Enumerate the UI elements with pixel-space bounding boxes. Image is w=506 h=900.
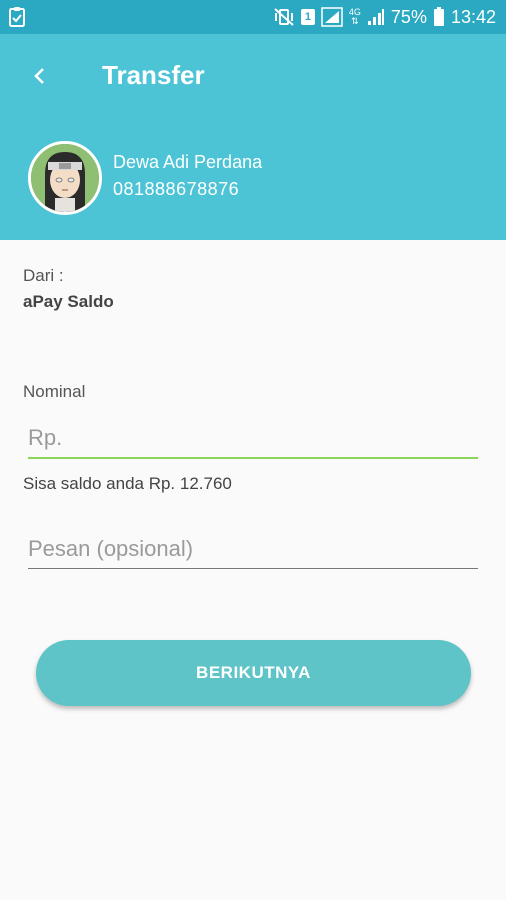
- message-input[interactable]: [28, 536, 478, 568]
- page-title: Transfer: [102, 60, 205, 90]
- amount-input[interactable]: [28, 425, 478, 457]
- amount-field-wrapper: [28, 425, 478, 459]
- from-label: Dari :: [23, 266, 64, 285]
- clock: 13:42: [450, 6, 496, 27]
- recipient-name: Dewa Adi Perdana: [113, 152, 263, 172]
- message-field-wrapper: [28, 536, 478, 569]
- chevron-left-icon: [34, 68, 44, 84]
- clipboard-check-icon: [8, 6, 28, 28]
- status-bar: 1 4G ⇅ 75% 13:42: [0, 0, 506, 34]
- network-type-icon: 4G ⇅: [348, 7, 361, 26]
- battery-icon: [433, 7, 445, 27]
- next-button[interactable]: BERIKUTNYA: [36, 640, 471, 706]
- source-account: aPay Saldo: [23, 292, 114, 311]
- sim-badge: 1: [300, 9, 315, 25]
- back-button[interactable]: [22, 58, 58, 94]
- recipient-phone: 081888678876: [113, 179, 240, 199]
- avatar: [28, 141, 102, 215]
- balance-text: Sisa saldo anda Rp. 12.760: [23, 474, 232, 493]
- battery-percent: 75%: [390, 6, 427, 27]
- vibrate-mute-icon: [273, 7, 295, 27]
- header: Transfer Dewa Adi Perdana 081888678876: [0, 34, 506, 240]
- nominal-label: Nominal: [23, 382, 86, 401]
- signal-sim1-icon: [321, 7, 343, 27]
- signal-sim2-icon: [367, 8, 385, 26]
